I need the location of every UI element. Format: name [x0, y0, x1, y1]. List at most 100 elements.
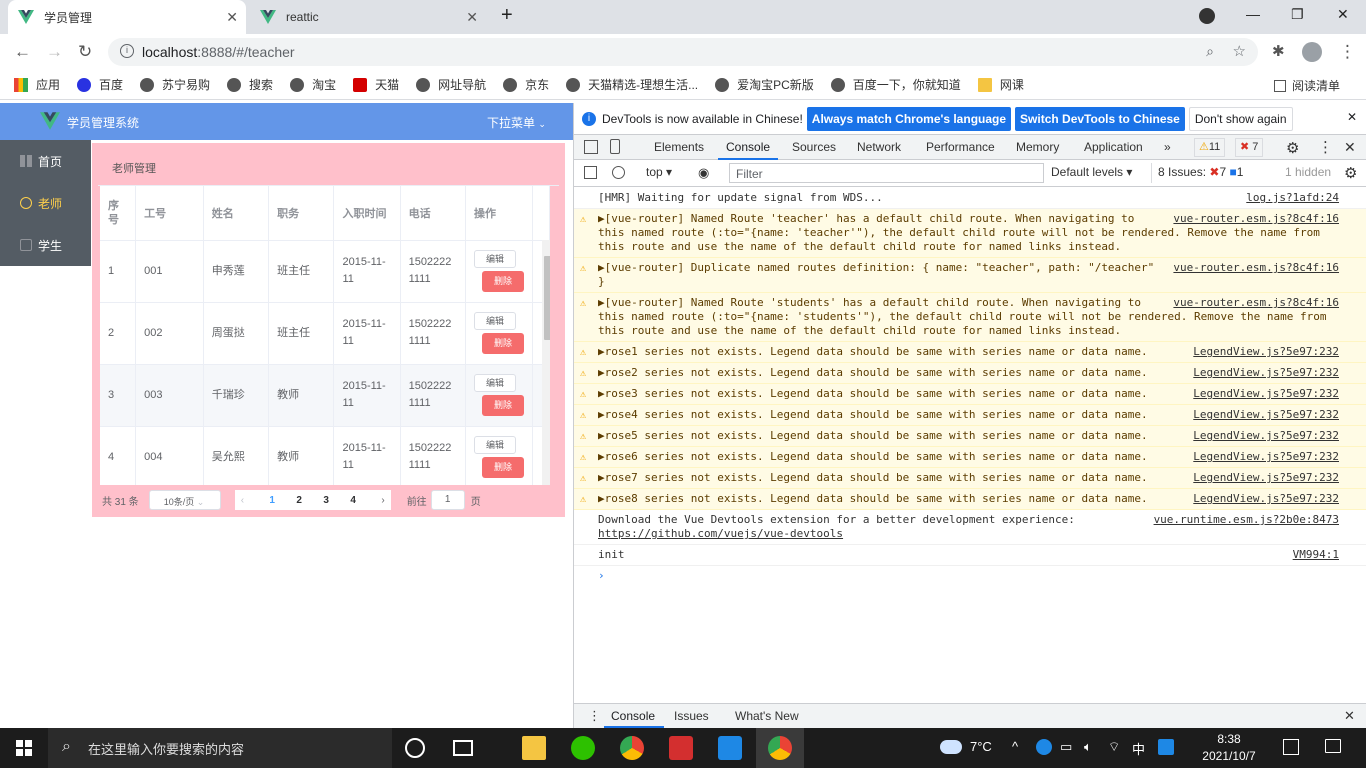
console-warning[interactable]: ⚠ ▶rose3 series not exists. Legend data s… — [574, 384, 1366, 405]
switch-chinese-button[interactable]: Switch DevTools to Chinese — [1015, 106, 1185, 131]
console-settings-icon[interactable]: ⚙ — [1344, 164, 1357, 182]
close-drawer-icon[interactable]: ✕ — [1344, 708, 1355, 724]
bookmark-star-icon[interactable]: ☆ — [1233, 42, 1246, 60]
windows-start-icon[interactable] — [16, 740, 32, 756]
console-warning[interactable]: ⚠ ▶rose4 series not exists. Legend data s… — [574, 405, 1366, 426]
prev-page-icon[interactable]: ‹ — [241, 495, 259, 506]
console-warning[interactable]: ⚠ ▶rose2 series not exists. Legend data s… — [574, 363, 1366, 384]
weather-temp[interactable]: 7°C — [970, 739, 992, 754]
console-prompt[interactable]: › — [574, 566, 1366, 586]
cortana-icon[interactable] — [405, 738, 425, 758]
source-link[interactable]: VM994:1 — [1293, 548, 1339, 562]
sidebar-item-student[interactable]: 学生 — [0, 224, 91, 266]
page-number[interactable]: 1 — [259, 495, 286, 506]
delete-button[interactable]: 删除 — [481, 271, 524, 292]
delete-button[interactable]: 删除 — [481, 333, 524, 354]
close-infobar-icon[interactable]: ✕ — [1347, 110, 1357, 124]
bookmark-search[interactable]: 搜索 — [227, 76, 273, 93]
security-shield-icon[interactable] — [1036, 739, 1052, 755]
source-link[interactable]: vue-router.esm.js?8c4f:16 — [1173, 296, 1339, 310]
new-tab-icon[interactable]: + — [501, 4, 513, 27]
edit-button[interactable]: 编辑 — [473, 312, 516, 330]
tab-application[interactable]: Application — [1084, 140, 1143, 154]
sidebar-item-home[interactable]: 首页 — [0, 140, 91, 182]
console-warning[interactable]: ⚠ ▶[vue-router] Named Route 'teacher' has… — [574, 209, 1366, 258]
reading-list[interactable]: 阅读清单 — [1273, 77, 1340, 94]
profile-avatar[interactable] — [1302, 42, 1322, 62]
back-icon[interactable]: ← — [14, 42, 31, 62]
device-toolbar-icon[interactable] — [610, 139, 620, 154]
scrollbar-thumb[interactable] — [544, 256, 550, 340]
bookmark-baidu-search[interactable]: 百度一下，你就知道 — [830, 76, 961, 93]
source-link[interactable]: LegendView.js?5e97:232 — [1193, 387, 1339, 401]
ime-language[interactable]: 中 — [1132, 739, 1145, 758]
console-warning[interactable]: ⚠ ▶rose8 series not exists. Legend data s… — [574, 489, 1366, 510]
next-page-icon[interactable]: › — [367, 495, 384, 506]
tab-search-icon[interactable] — [1199, 8, 1215, 24]
drawer-tab-console[interactable]: Console — [611, 709, 655, 723]
source-link[interactable]: vue.runtime.esm.js?2b0e:8473 — [1154, 513, 1339, 527]
match-language-button[interactable]: Always match Chrome's language — [806, 106, 1012, 131]
tab-network[interactable]: Network — [857, 140, 901, 154]
settings-gear-icon[interactable]: ⚙ — [1286, 139, 1299, 157]
taskbar-search[interactable]: ⌕ 在这里输入你要搜索的内容 — [48, 728, 392, 768]
source-link[interactable]: LegendView.js?5e97:232 — [1193, 450, 1339, 464]
edit-button[interactable]: 编辑 — [473, 250, 516, 268]
log-levels-dropdown[interactable]: Default levels ▾ — [1051, 165, 1132, 179]
restore-icon[interactable]: ❐ — [1291, 6, 1304, 23]
close-window-icon[interactable]: ✕ — [1337, 6, 1349, 23]
close-tab-icon[interactable]: ✕ — [226, 9, 238, 26]
close-devtools-icon[interactable]: ✕ — [1344, 139, 1356, 156]
delete-button[interactable]: 删除 — [481, 457, 524, 478]
context-selector[interactable]: top ▾ — [646, 165, 672, 179]
console-warning[interactable]: ⚠ ▶[vue-router] Named Route 'students' ha… — [574, 293, 1366, 342]
source-link[interactable]: LegendView.js?5e97:232 — [1193, 471, 1339, 485]
warnings-badge[interactable]: ⚠11 — [1194, 138, 1226, 157]
tab-memory[interactable]: Memory — [1016, 140, 1059, 154]
bookmark-suning[interactable]: 苏宁易购 — [140, 76, 210, 93]
bookmark-tmall-select[interactable]: 天猫精选-理想生活... — [566, 76, 698, 93]
dont-show-again-button[interactable]: Don't show again — [1188, 106, 1293, 131]
notifications-icon[interactable] — [1283, 739, 1299, 755]
wechat-icon[interactable] — [571, 736, 595, 760]
tab-performance[interactable]: Performance — [926, 140, 995, 154]
site-info-icon[interactable]: i — [120, 44, 134, 58]
task-view-icon[interactable] — [453, 740, 473, 756]
bookmark-folder-courses[interactable]: 网课 — [977, 76, 1024, 93]
bookmark-aitaobao[interactable]: 爱淘宝PC新版 — [715, 76, 814, 93]
source-link[interactable]: LegendView.js?5e97:232 — [1193, 429, 1339, 443]
edit-button[interactable]: 编辑 — [473, 374, 516, 392]
volume-icon[interactable]: 🔈︎ — [1084, 739, 1092, 755]
more-tabs-icon[interactable]: » — [1164, 140, 1171, 154]
source-link[interactable]: LegendView.js?5e97:232 — [1193, 345, 1339, 359]
battery-icon[interactable]: ▭ — [1060, 739, 1072, 755]
menu-icon[interactable]: ⋮ — [1339, 42, 1356, 62]
goto-page-input[interactable]: 1 — [430, 490, 465, 510]
devtools-github-link[interactable]: https://github.com/vuejs/vue-devtools — [598, 527, 843, 540]
table-scrollbar[interactable] — [542, 240, 550, 485]
console-warning[interactable]: ⚠ ▶[vue-router] Duplicate named routes de… — [574, 258, 1366, 293]
file-explorer-icon[interactable] — [522, 736, 546, 760]
taskbar-clock[interactable]: 8:38 2021/10/7 — [1196, 731, 1262, 765]
bookmark-jd[interactable]: 京东 — [503, 76, 549, 93]
inspect-element-icon[interactable] — [584, 140, 598, 154]
network-icon[interactable]: ⌔ — [1108, 739, 1120, 755]
drawer-menu-icon[interactable]: ⋮ — [588, 708, 601, 724]
address-bar[interactable]: i localhost:8888/#/teacher ⌕ ☆ — [108, 38, 1258, 66]
reload-icon[interactable]: ↻ — [78, 42, 92, 62]
ime-app-icon[interactable] — [1158, 739, 1174, 755]
chrome-icon[interactable] — [620, 736, 644, 760]
zoom-search-icon[interactable]: ⌕ — [1206, 43, 1214, 60]
forward-icon[interactable]: → — [46, 42, 63, 62]
console-warning[interactable]: ⚠ ▶rose5 series not exists. Legend data s… — [574, 426, 1366, 447]
source-link[interactable]: vue-router.esm.js?8c4f:16 — [1173, 261, 1339, 275]
source-link[interactable]: LegendView.js?5e97:232 — [1193, 366, 1339, 380]
dropdown-menu[interactable]: 下拉菜单 ⌄ — [487, 114, 546, 131]
tab-sources[interactable]: Sources — [792, 140, 836, 154]
sidebar-toggle-icon[interactable] — [584, 166, 597, 179]
close-tab-icon[interactable]: ✕ — [466, 9, 478, 26]
page-number[interactable]: 4 — [340, 495, 367, 506]
drawer-tab-whats-new[interactable]: What's New — [735, 709, 799, 723]
chrome-active-icon[interactable] — [768, 736, 792, 760]
source-link[interactable]: LegendView.js?5e97:232 — [1193, 408, 1339, 422]
